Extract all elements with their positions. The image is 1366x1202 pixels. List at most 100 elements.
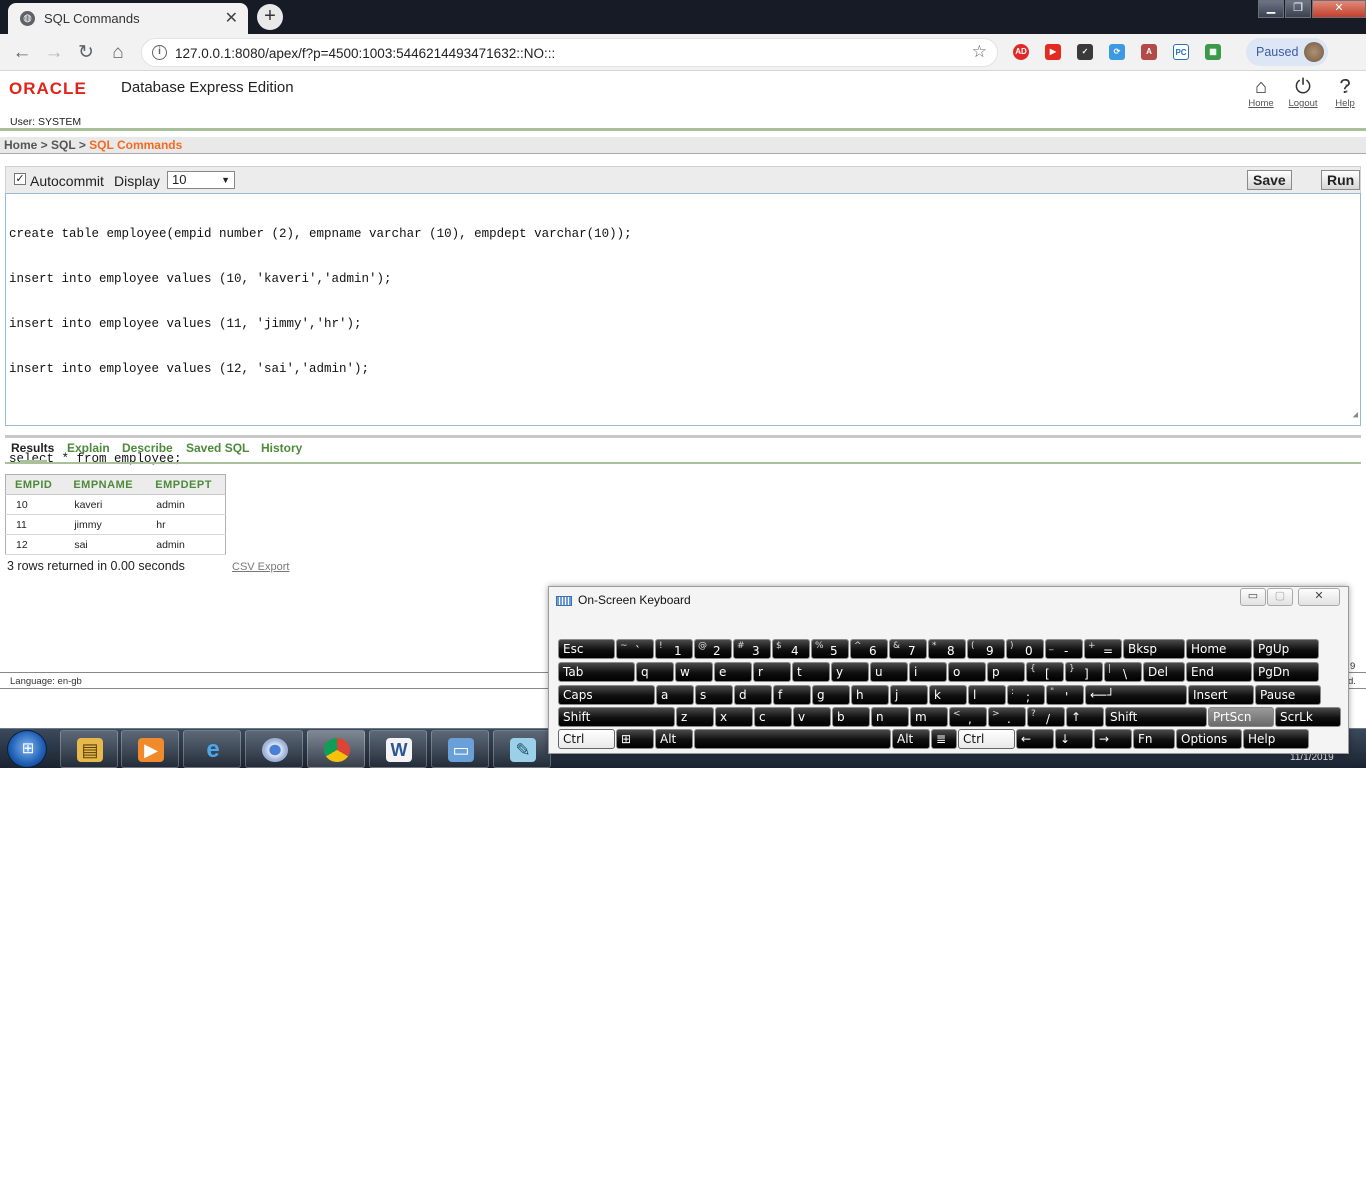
key-2[interactable]: @2	[694, 639, 732, 659]
key-4[interactable]: $4	[772, 639, 810, 659]
tab-saved-sql[interactable]: Saved SQL	[186, 441, 249, 455]
key-symbol[interactable]: ⊞	[616, 729, 654, 749]
taskbar-app-remote-desktop[interactable]: ▭	[431, 730, 489, 768]
key-y[interactable]: y	[831, 662, 869, 682]
home-link[interactable]: ⌂ Home	[1244, 76, 1278, 109]
address-bar[interactable]: i 127.0.0.1:8080/apex/f?p=4500:1003:5446…	[141, 38, 998, 67]
key-space[interactable]	[694, 729, 891, 749]
minimize-window-button[interactable]: ▁	[1258, 0, 1284, 18]
forward-arrow-icon[interactable]: →	[41, 40, 67, 66]
key-l[interactable]: l	[968, 685, 1006, 705]
key-symbol[interactable]: ⟵┘	[1085, 685, 1187, 705]
key-s[interactable]: s	[695, 685, 733, 705]
key-esc[interactable]: Esc	[558, 639, 615, 659]
key-pgup[interactable]: PgUp	[1253, 639, 1319, 659]
reload-icon[interactable]: ↻	[73, 40, 99, 66]
resize-grip-icon[interactable]: ◢	[1353, 408, 1358, 423]
adblock-icon[interactable]: AD	[1013, 44, 1029, 60]
key-home[interactable]: Home	[1186, 639, 1252, 659]
key-j[interactable]: j	[890, 685, 928, 705]
key-p[interactable]: p	[987, 662, 1025, 682]
key-del[interactable]: Del	[1143, 662, 1185, 682]
key-o[interactable]: o	[948, 662, 986, 682]
key-m[interactable]: m	[910, 707, 948, 727]
key-help[interactable]: Help	[1243, 729, 1309, 749]
help-link[interactable]: ? Help	[1328, 76, 1362, 109]
taskbar-app-word[interactable]: W	[369, 730, 427, 768]
taskbar-app-chrome-active[interactable]	[307, 730, 365, 768]
key-d[interactable]: d	[734, 685, 772, 705]
key-0[interactable]: ) 0	[1006, 639, 1044, 659]
key-t[interactable]: t	[792, 662, 830, 682]
taskbar-app-notepad[interactable]: ✎	[493, 730, 551, 768]
key-1[interactable]: ! 1	[655, 639, 693, 659]
taskbar-app-media-player[interactable]: ▶	[121, 730, 179, 768]
key-alt[interactable]: Alt	[892, 729, 930, 749]
key-h[interactable]: h	[851, 685, 889, 705]
run-button[interactable]: Run	[1321, 170, 1361, 190]
key-end[interactable]: End	[1186, 662, 1252, 682]
key-q[interactable]: q	[636, 662, 674, 682]
key-symbol[interactable]: _ -	[1045, 639, 1083, 659]
key-symbol[interactable]: ←	[1016, 729, 1054, 749]
sql-editor[interactable]: create table employee(empid number (2), …	[5, 193, 1361, 466]
key-7[interactable]: & 7	[889, 639, 927, 659]
save-button[interactable]: Save	[1247, 170, 1292, 190]
key-r[interactable]: r	[753, 662, 791, 682]
close-tab-icon[interactable]: ✕	[225, 8, 238, 28]
autocommit-checkbox[interactable]: ✓	[14, 173, 26, 185]
key-c[interactable]: c	[754, 707, 792, 727]
profile-button[interactable]: Paused	[1246, 38, 1328, 66]
tab-explain[interactable]: Explain	[67, 441, 110, 455]
key-9[interactable]: (9	[967, 639, 1005, 659]
key-fn[interactable]: Fn	[1133, 729, 1175, 749]
key-a[interactable]: a	[656, 685, 694, 705]
sheets-icon[interactable]: ▦	[1205, 44, 1221, 60]
key-8[interactable]: * 8	[928, 639, 966, 659]
taskbar-app-chrome[interactable]	[245, 730, 303, 768]
key-b[interactable]: b	[832, 707, 870, 727]
key-symbol[interactable]: + =	[1084, 639, 1122, 659]
key-caps[interactable]: Caps	[558, 685, 655, 705]
key-bksp[interactable]: Bksp	[1123, 639, 1185, 659]
key-symbol[interactable]: ~ `	[616, 639, 654, 659]
key-symbol[interactable]: | \	[1104, 662, 1142, 682]
key-n[interactable]: n	[871, 707, 909, 727]
key-ctrl[interactable]: Ctrl	[958, 729, 1015, 749]
key-symbol[interactable]: :;	[1007, 685, 1045, 705]
key-symbol[interactable]: ↓	[1055, 729, 1093, 749]
taskbar-app-explorer[interactable]: ▤	[60, 730, 118, 768]
display-rows-select[interactable]: 10 ▼	[167, 171, 235, 189]
logout-link[interactable]: ⏻ Logout	[1286, 76, 1320, 109]
pc-icon[interactable]: PC	[1173, 44, 1189, 60]
key-z[interactable]: z	[676, 707, 714, 727]
key-u[interactable]: u	[870, 662, 908, 682]
key-e[interactable]: e	[714, 662, 752, 682]
tab-results[interactable]: Results	[11, 441, 54, 455]
breadcrumb-home[interactable]: Home	[4, 138, 37, 152]
key-symbol[interactable]: ↑	[1066, 707, 1104, 727]
key-ctrl[interactable]: Ctrl	[558, 729, 615, 749]
key-f[interactable]: f	[773, 685, 811, 705]
key-insert[interactable]: Insert	[1188, 685, 1254, 705]
key-tab[interactable]: Tab	[558, 662, 635, 682]
tab-history[interactable]: History	[261, 441, 302, 455]
new-tab-button[interactable]: +	[257, 4, 283, 30]
sync-icon[interactable]: ⟳	[1109, 44, 1125, 60]
youtube-icon[interactable]: ▶	[1045, 44, 1061, 60]
site-info-icon[interactable]: i	[152, 45, 167, 60]
key-pause[interactable]: Pause	[1255, 685, 1321, 705]
key-v[interactable]: v	[793, 707, 831, 727]
key-symbol[interactable]: ≣	[931, 729, 957, 749]
key-x[interactable]: x	[715, 707, 753, 727]
key-symbol[interactable]: }]	[1065, 662, 1103, 682]
key-symbol[interactable]: →	[1094, 729, 1132, 749]
key-scrlk[interactable]: ScrLk	[1275, 707, 1341, 727]
key-symbol[interactable]: <,	[949, 707, 987, 727]
key-alt[interactable]: Alt	[655, 729, 693, 749]
key-shift[interactable]: Shift	[1105, 707, 1207, 727]
key-g[interactable]: g	[812, 685, 850, 705]
start-button[interactable]: ⊞	[7, 730, 47, 768]
tab-describe[interactable]: Describe	[122, 441, 173, 455]
pdf-icon[interactable]: A	[1141, 44, 1157, 60]
